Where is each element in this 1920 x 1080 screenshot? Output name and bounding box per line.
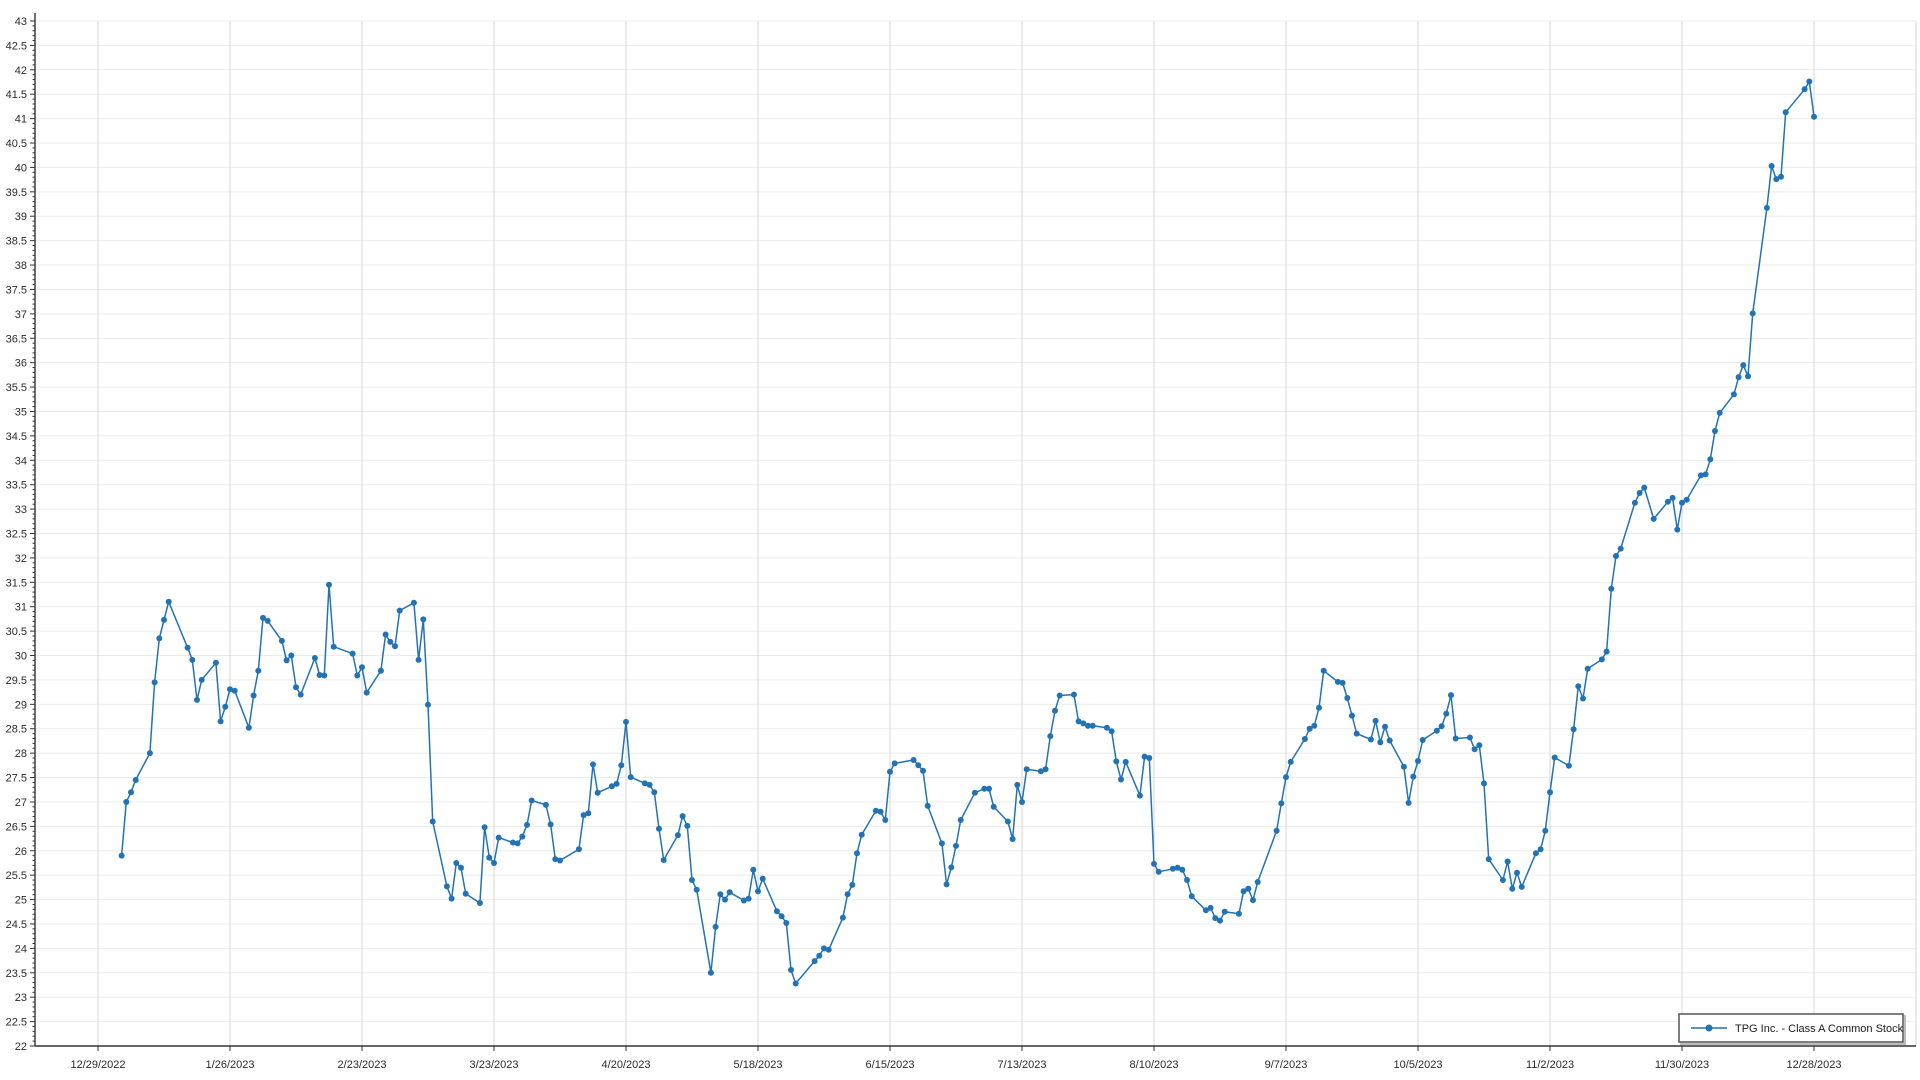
svg-text:41.5: 41.5 [6, 89, 27, 101]
svg-text:28: 28 [15, 748, 27, 760]
horizontal-gridlines [35, 21, 1916, 1046]
svg-text:26: 26 [15, 846, 27, 858]
svg-text:7/13/2023: 7/13/2023 [998, 1059, 1047, 1071]
svg-text:34.5: 34.5 [6, 431, 27, 443]
x-axis-ticks [98, 1046, 1814, 1051]
svg-text:39.5: 39.5 [6, 187, 27, 199]
svg-text:37: 37 [15, 309, 27, 321]
svg-text:32.5: 32.5 [6, 529, 27, 541]
svg-text:27.5: 27.5 [6, 773, 27, 785]
svg-text:26.5: 26.5 [6, 821, 27, 833]
svg-text:24: 24 [15, 943, 27, 955]
svg-text:34: 34 [15, 455, 27, 467]
svg-text:35: 35 [15, 406, 27, 418]
legend-series-label: TPG Inc. - Class A Common Stock [1735, 1023, 1904, 1035]
svg-text:39: 39 [15, 211, 27, 223]
svg-text:2/23/2023: 2/23/2023 [338, 1059, 387, 1071]
series-path [122, 82, 1814, 984]
svg-text:25: 25 [15, 895, 27, 907]
svg-text:3/23/2023: 3/23/2023 [470, 1059, 519, 1071]
svg-text:23: 23 [15, 992, 27, 1004]
svg-text:37.5: 37.5 [6, 284, 27, 296]
svg-text:11/30/2023: 11/30/2023 [1655, 1059, 1709, 1071]
svg-text:8/10/2023: 8/10/2023 [1130, 1059, 1179, 1071]
svg-text:6/15/2023: 6/15/2023 [866, 1059, 915, 1071]
svg-text:42: 42 [15, 65, 27, 77]
svg-text:30.5: 30.5 [6, 626, 27, 638]
svg-text:1/26/2023: 1/26/2023 [206, 1059, 255, 1071]
svg-text:23.5: 23.5 [6, 968, 27, 980]
svg-text:22: 22 [15, 1041, 27, 1053]
axes [35, 13, 1916, 1046]
svg-text:30: 30 [15, 651, 27, 663]
svg-text:38: 38 [15, 260, 27, 272]
svg-text:22.5: 22.5 [6, 1017, 27, 1029]
svg-text:12/28/2023: 12/28/2023 [1786, 1059, 1841, 1071]
legend-box: TPG Inc. - Class A Common Stock [1679, 1014, 1905, 1044]
svg-text:41: 41 [15, 114, 27, 126]
svg-text:32: 32 [15, 553, 27, 565]
svg-text:27: 27 [15, 797, 27, 809]
svg-text:29: 29 [15, 699, 27, 711]
svg-text:25.5: 25.5 [6, 870, 27, 882]
y-axis-labels: 22 22.5 23 23.5 24 24.5 25 25.5 26 26.5 27 27.5 28 28… [6, 16, 27, 1053]
svg-text:33: 33 [15, 504, 27, 516]
svg-text:31: 31 [15, 602, 27, 614]
svg-text:28.5: 28.5 [6, 724, 27, 736]
svg-text:40.5: 40.5 [6, 138, 27, 150]
svg-text:29.5: 29.5 [6, 675, 27, 687]
x-axis-labels: 12/29/2022 1/26/2023 2/23/2023 3/23/2023 4/2… [70, 1059, 1841, 1071]
legend-series-marker-dot [1706, 1025, 1713, 1032]
chart-canvas: 22 22.5 23 23.5 24 24.5 25 25.5 26 26.5 27 27.5 28 28… [0, 0, 1920, 1080]
svg-text:5/18/2023: 5/18/2023 [734, 1059, 783, 1071]
svg-text:36.5: 36.5 [6, 333, 27, 345]
svg-text:24.5: 24.5 [6, 919, 27, 931]
svg-text:4/20/2023: 4/20/2023 [602, 1059, 651, 1071]
svg-text:10/5/2023: 10/5/2023 [1394, 1059, 1443, 1071]
svg-text:35.5: 35.5 [6, 382, 27, 394]
svg-text:31.5: 31.5 [6, 577, 27, 589]
svg-text:36: 36 [15, 358, 27, 370]
svg-text:12/29/2022: 12/29/2022 [70, 1059, 125, 1071]
svg-text:11/2/2023: 11/2/2023 [1526, 1059, 1574, 1071]
y-axis-ticks [30, 21, 35, 1046]
svg-text:43: 43 [15, 16, 27, 28]
svg-text:38.5: 38.5 [6, 236, 27, 248]
svg-text:40: 40 [15, 162, 27, 174]
svg-text:42.5: 42.5 [6, 40, 27, 52]
svg-text:33.5: 33.5 [6, 480, 27, 492]
svg-text:9/7/2023: 9/7/2023 [1265, 1059, 1308, 1071]
stock-price-chart: 22 22.5 23 23.5 24 24.5 25 25.5 26 26.5 27 27.5 28 28… [0, 0, 1920, 1080]
